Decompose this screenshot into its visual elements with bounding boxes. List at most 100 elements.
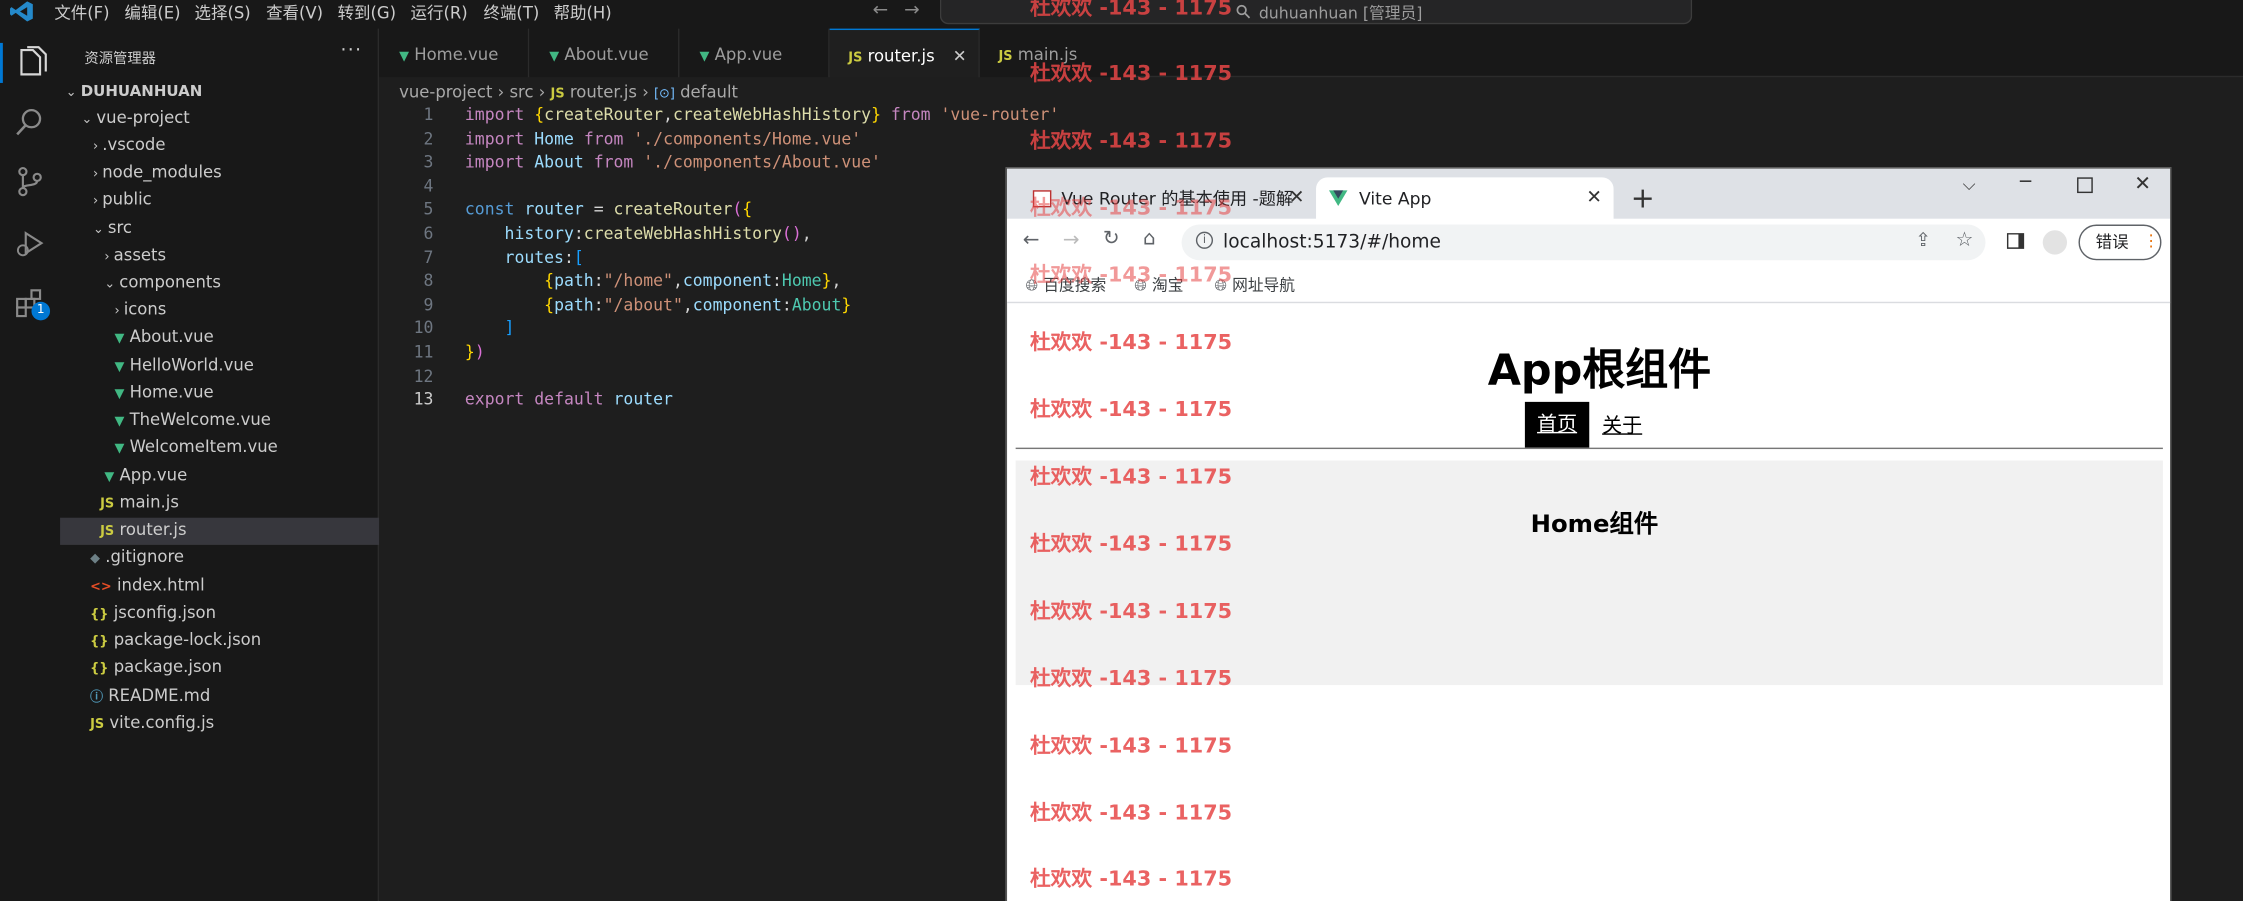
tree-folder-src[interactable]: ⌄ src bbox=[93, 215, 132, 242]
source-control-icon[interactable] bbox=[13, 164, 47, 198]
menu-help[interactable]: 帮助(H) bbox=[554, 1, 612, 24]
tree-file-package-json[interactable]: {} package.json bbox=[90, 654, 222, 681]
vite-favicon-icon bbox=[1328, 190, 1348, 206]
error-button[interactable]: 错误 ⋮ bbox=[2078, 224, 2162, 261]
tree-file-router-js[interactable]: JS router.js bbox=[100, 516, 186, 543]
profile-avatar-icon[interactable] bbox=[2042, 230, 2068, 255]
more-actions-icon[interactable]: ··· bbox=[340, 40, 362, 61]
tab-home-vue[interactable]: ▼ Home.vue bbox=[379, 28, 530, 78]
vue-file-icon: ▼ bbox=[399, 50, 410, 65]
side-panel-icon[interactable] bbox=[2006, 233, 2025, 249]
line-number: 12 bbox=[413, 366, 434, 387]
tree-folder-assets[interactable]: › assets bbox=[104, 242, 166, 269]
tree-file-package-lock-json[interactable]: {} package-lock.json bbox=[90, 626, 261, 653]
line-number: 7 bbox=[423, 247, 434, 268]
tree-folder-components[interactable]: ⌄ components bbox=[104, 269, 221, 296]
tree-file-helloworld-vue[interactable]: ▼ HelloWorld.vue bbox=[114, 352, 253, 379]
tree-file-thewelcome-vue[interactable]: ▼ TheWelcome.vue bbox=[114, 406, 271, 433]
tree-folder-icons[interactable]: › icons bbox=[114, 296, 166, 323]
tree-file-welcomeitem-vue[interactable]: ▼ WelcomeItem.vue bbox=[114, 433, 277, 460]
menu-file[interactable]: 文件(F) bbox=[54, 1, 109, 24]
tree-file-main-js[interactable]: JS main.js bbox=[100, 489, 179, 516]
code-line[interactable]: import {createRouter,createWebHashHistor… bbox=[465, 104, 1059, 124]
js-file-icon: JS bbox=[100, 524, 115, 540]
code-line[interactable]: import About from './components/About.vu… bbox=[465, 152, 881, 172]
code-line[interactable]: }) bbox=[465, 342, 485, 362]
nav-link-home[interactable]: 首页 bbox=[1524, 401, 1590, 448]
line-number: 13 bbox=[413, 389, 434, 410]
code-line[interactable]: import Home from './components/Home.vue' bbox=[465, 129, 861, 149]
tree-file-home-vue[interactable]: ▼ Home.vue bbox=[114, 379, 213, 406]
tab-router-js[interactable]: JS router.js ✕ bbox=[829, 28, 980, 81]
vue-file-icon: ▼ bbox=[114, 441, 125, 457]
watermark: 杜欢欢 -143 - 1175 bbox=[1029, 735, 1233, 758]
menu-terminal[interactable]: 终端(T) bbox=[484, 1, 540, 24]
nav-link-about[interactable]: 关于 bbox=[1602, 410, 1642, 439]
tab-app-vue[interactable]: ▼ App.vue bbox=[679, 28, 830, 78]
forward-icon[interactable]: → bbox=[1063, 229, 1080, 252]
watermark: 杜欢欢 -143 - 1175 bbox=[1029, 533, 1233, 557]
home-icon[interactable]: ⌂ bbox=[1143, 227, 1156, 250]
menu-selection[interactable]: 选择(S) bbox=[195, 1, 251, 24]
js-file-icon: JS bbox=[90, 717, 105, 733]
share-icon[interactable]: ⇪ bbox=[1915, 230, 1931, 251]
site-info-icon[interactable]: i bbox=[1195, 231, 1214, 249]
tree-folder-vue-project[interactable]: ⌄ vue-project bbox=[82, 104, 190, 131]
tab-about-vue[interactable]: ▼ About.vue bbox=[529, 28, 680, 78]
browser-tab-2[interactable]: Vite App bbox=[1359, 177, 1431, 218]
code-line[interactable]: routes:[ bbox=[465, 247, 584, 267]
close-tab-icon[interactable]: ✕ bbox=[1586, 187, 1602, 208]
search-icon bbox=[1236, 4, 1251, 19]
watermark: 杜欢欢 -143 - 1175 bbox=[1029, 197, 1233, 221]
tree-folder-public[interactable]: › public bbox=[93, 186, 152, 213]
tree-file-jsconfig-json[interactable]: {} jsconfig.json bbox=[90, 599, 216, 626]
back-icon[interactable]: ← bbox=[1023, 229, 1040, 252]
search-icon[interactable] bbox=[13, 104, 47, 138]
js-file-icon: JS bbox=[100, 497, 115, 512]
run-debug-icon[interactable] bbox=[13, 226, 47, 260]
code-line[interactable]: {path:"/home",component:Home}, bbox=[465, 270, 841, 290]
menu-view[interactable]: 查看(V) bbox=[266, 1, 323, 24]
close-tab-icon[interactable]: ✕ bbox=[1289, 187, 1305, 208]
tree-file-vite-config-js[interactable]: JS vite.config.js bbox=[90, 709, 214, 736]
line-number: 3 bbox=[423, 151, 434, 172]
back-arrow-icon[interactable]: ← bbox=[873, 0, 889, 21]
new-tab-icon[interactable]: + bbox=[1631, 180, 1655, 214]
breadcrumb[interactable]: vue-project › src › JS router.js › [⊙] d… bbox=[399, 82, 738, 102]
menu-run[interactable]: 运行(R) bbox=[411, 1, 468, 24]
reload-icon[interactable]: ↻ bbox=[1103, 227, 1120, 250]
vue-file-icon: ▼ bbox=[114, 387, 125, 402]
code-line[interactable]: {path:"/about",component:About} bbox=[465, 295, 851, 315]
code-line[interactable]: history:createWebHashHistory(), bbox=[465, 223, 812, 243]
js-file-icon: JS bbox=[998, 50, 1013, 65]
bookmark-star-icon[interactable]: ☆ bbox=[1955, 229, 1973, 252]
close-tab-icon[interactable]: ✕ bbox=[953, 30, 967, 81]
tree-file-gitignore[interactable]: ◆ .gitignore bbox=[90, 543, 184, 570]
vscode-logo-icon bbox=[10, 1, 33, 22]
maximize-icon[interactable] bbox=[2077, 177, 2093, 194]
forward-arrow-icon[interactable]: → bbox=[904, 0, 920, 21]
js-file-icon: JS bbox=[848, 51, 863, 66]
tree-file-index-html[interactable]: <> index.html bbox=[90, 572, 205, 599]
menu-edit[interactable]: 编辑(E) bbox=[124, 1, 180, 24]
tree-workspace[interactable]: ⌄ DUHUANHUAN bbox=[66, 77, 203, 104]
url-text: localhost:5173/#/home bbox=[1223, 231, 1441, 254]
explorer-icon[interactable] bbox=[13, 44, 47, 78]
watermark: 杜欢欢 -143 - 1175 bbox=[1029, 0, 1233, 21]
tree-file-readme-md[interactable]: ⓘ README.md bbox=[90, 682, 210, 709]
vue-file-icon: ▼ bbox=[114, 331, 125, 347]
tab-search-icon[interactable]: ⌵ bbox=[1963, 174, 1976, 195]
watermark: 杜欢欢 -143 - 1175 bbox=[1029, 466, 1233, 490]
tree-folder-vscode[interactable]: › .vscode bbox=[93, 132, 165, 159]
code-line[interactable]: export default router bbox=[465, 389, 673, 409]
code-line[interactable]: ] bbox=[465, 317, 515, 337]
minimize-icon[interactable]: ─ bbox=[2020, 172, 2031, 193]
json-file-icon: {} bbox=[90, 634, 109, 650]
tree-file-app-vue[interactable]: ▼ App.vue bbox=[104, 462, 187, 489]
line-number: 11 bbox=[413, 341, 434, 362]
tree-file-about-vue[interactable]: ▼ About.vue bbox=[114, 323, 213, 350]
tree-folder-node-modules[interactable]: › node_modules bbox=[93, 159, 222, 186]
close-window-icon[interactable]: ✕ bbox=[2134, 173, 2151, 196]
menu-go[interactable]: 转到(G) bbox=[338, 1, 396, 24]
code-line[interactable]: const router = createRouter({ bbox=[465, 199, 752, 219]
